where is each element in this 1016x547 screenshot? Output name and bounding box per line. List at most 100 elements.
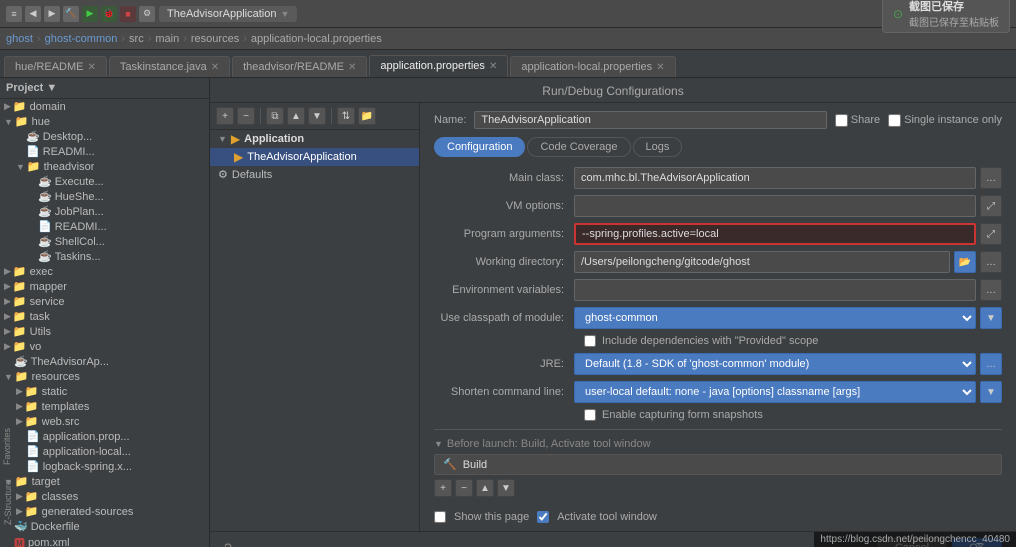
sidebar-tree-item[interactable]: ☕TheAdvisorAp...	[0, 354, 209, 369]
sort-config-btn[interactable]: ⇅	[337, 107, 355, 125]
sidebar-tree-item[interactable]: ▶📁task	[0, 309, 209, 324]
sidebar-tree-item[interactable]: ▶📁web.src	[0, 414, 209, 429]
before-launch-header[interactable]: ▼ Before launch: Build, Activate tool wi…	[434, 438, 1002, 450]
menu-icon[interactable]: ≡	[6, 6, 22, 22]
sidebar-tree-item[interactable]: ▼📁hue	[0, 114, 209, 129]
include-deps-check[interactable]	[584, 335, 596, 347]
name-input[interactable]	[474, 111, 826, 129]
sidebar-tree-item[interactable]: ☕HueShe...	[0, 189, 209, 204]
working-dir-browse-btn[interactable]: 📂	[954, 251, 976, 273]
vm-options-input[interactable]	[574, 195, 976, 217]
sidebar-tree-item[interactable]: ▼📁resources	[0, 369, 209, 384]
sidebar-tree-item[interactable]: ▶📁generated-sources	[0, 504, 209, 519]
breadcrumb-file[interactable]: application-local.properties	[251, 33, 382, 45]
folder-config-btn[interactable]: 📁	[358, 107, 376, 125]
stop-icon[interactable]: ■	[120, 6, 136, 22]
tab-theadvisor-readme[interactable]: theadvisor/README ✕	[232, 56, 367, 77]
sidebar-tree-item[interactable]: ▶📁exec	[0, 264, 209, 279]
gear-icon[interactable]: ⚙	[139, 6, 155, 22]
run-icon[interactable]: ▶	[82, 6, 98, 22]
sidebar-tree-item[interactable]: ☕Desktop...	[0, 129, 209, 144]
breadcrumb-ghost[interactable]: ghost	[6, 33, 33, 45]
config-group-application[interactable]: ▼ ▶ Application	[210, 130, 419, 148]
tab-hue-readme[interactable]: hue/README ✕	[4, 56, 107, 77]
program-args-expand-btn[interactable]: ⤢	[980, 223, 1002, 245]
up-config-btn[interactable]: ▲	[287, 107, 305, 125]
sidebar-tree-item[interactable]: ▶📁classes	[0, 489, 209, 504]
tab-code-coverage[interactable]: Code Coverage	[527, 137, 630, 157]
add-launch-btn[interactable]: +	[434, 479, 452, 497]
main-class-btn[interactable]: …	[980, 167, 1002, 189]
help-icon[interactable]: ?	[224, 540, 232, 547]
share-checkbox[interactable]: Share	[835, 114, 880, 127]
remove-config-btn[interactable]: −	[237, 107, 255, 125]
sidebar-tree-item[interactable]: ▶📁mapper	[0, 279, 209, 294]
copy-config-btn[interactable]: ⧉	[266, 107, 284, 125]
config-item-theadvisor[interactable]: ▶ TheAdvisorApplication	[210, 148, 419, 166]
sidebar-tree-item[interactable]: ▶📁vo	[0, 339, 209, 354]
sidebar-tree-item[interactable]: ▼📁theadvisor	[0, 159, 209, 174]
sidebar-tree-item[interactable]: 📄logback-spring.x...	[0, 459, 209, 474]
jre-select[interactable]: Default (1.8 - SDK of 'ghost-common' mod…	[574, 353, 976, 375]
config-item-defaults[interactable]: ⚙ Defaults	[210, 166, 419, 183]
sidebar-tree-item[interactable]: 📄application-local...	[0, 444, 209, 459]
single-instance-checkbox[interactable]: Single instance only	[888, 114, 1002, 127]
breadcrumb-ghost-common[interactable]: ghost-common	[45, 33, 118, 45]
tab-theadvisor-readme-close[interactable]: ✕	[348, 62, 356, 73]
program-args-input[interactable]	[574, 223, 976, 245]
cancel-button[interactable]: Cancel	[878, 538, 946, 547]
sidebar-tree-item[interactable]: 📄READMI...	[0, 219, 209, 234]
tab-logs[interactable]: Logs	[633, 137, 683, 157]
breadcrumb-src[interactable]: src	[129, 33, 144, 45]
sidebar-tree-item[interactable]: ☕ShellCol...	[0, 234, 209, 249]
env-vars-btn[interactable]: …	[980, 279, 1002, 301]
shorten-btn[interactable]: ▼	[980, 381, 1002, 403]
tab-application-properties[interactable]: application.properties ✕	[369, 55, 508, 77]
sidebar-tree-item[interactable]: 📄READMI...	[0, 144, 209, 159]
working-dir-input[interactable]	[574, 251, 950, 273]
forward-icon[interactable]: ▶	[44, 6, 60, 22]
show-page-check[interactable]	[434, 511, 446, 523]
add-config-btn[interactable]: +	[216, 107, 234, 125]
sidebar-tree-item[interactable]: 🅼pom.xml	[0, 534, 209, 547]
env-vars-input[interactable]	[574, 279, 976, 301]
sidebar-header[interactable]: Project ▼	[0, 78, 209, 99]
jre-btn[interactable]: …	[980, 353, 1002, 375]
favorites-label[interactable]: Favorites	[0, 426, 14, 467]
single-instance-check[interactable]	[888, 114, 901, 127]
back-icon[interactable]: ◀	[25, 6, 41, 22]
vm-options-expand-btn[interactable]: ⤢	[980, 195, 1002, 217]
sidebar-tree-item[interactable]: ▶📁service	[0, 294, 209, 309]
tab-configuration[interactable]: Configuration	[434, 137, 525, 157]
sidebar-tree-item[interactable]: ☕JobPlan...	[0, 204, 209, 219]
breadcrumb-resources[interactable]: resources	[191, 33, 239, 45]
build-icon[interactable]: 🔨	[63, 6, 79, 22]
sidebar-tree-item[interactable]: ▶📁templates	[0, 399, 209, 414]
share-check[interactable]	[835, 114, 848, 127]
breadcrumb-main[interactable]: main	[155, 33, 179, 45]
tab-taskinstance[interactable]: Taskinstance.java ✕	[109, 56, 230, 77]
sidebar-tree-item[interactable]: ▼📁target	[0, 474, 209, 489]
tab-application-properties-close[interactable]: ✕	[489, 61, 497, 72]
sidebar-tree-item[interactable]: ▶📁Utils	[0, 324, 209, 339]
project-tab[interactable]: TheAdvisorApplication ▼	[159, 6, 297, 22]
down-launch-btn[interactable]: ▼	[497, 479, 515, 497]
module-btn[interactable]: ▼	[980, 307, 1002, 329]
sidebar-tree-item[interactable]: ▶📁static	[0, 384, 209, 399]
tab-taskinstance-close[interactable]: ✕	[211, 62, 219, 73]
remove-launch-btn[interactable]: −	[455, 479, 473, 497]
down-config-btn[interactable]: ▼	[308, 107, 326, 125]
tab-application-local[interactable]: application-local.properties ✕	[510, 56, 675, 77]
enable-snapshots-check[interactable]	[584, 409, 596, 421]
debug-icon[interactable]: 🐞	[101, 6, 117, 22]
shorten-select[interactable]: user-local default: none - java [options…	[574, 381, 976, 403]
sidebar-tree-item[interactable]: 📄application.prop...	[0, 429, 209, 444]
tab-hue-readme-close[interactable]: ✕	[87, 62, 95, 73]
main-class-input[interactable]	[574, 167, 976, 189]
up-launch-btn[interactable]: ▲	[476, 479, 494, 497]
working-dir-expand-btn[interactable]: …	[980, 251, 1002, 273]
sidebar-tree-item[interactable]: ☕Taskins...	[0, 249, 209, 264]
sidebar-tree-item[interactable]: ☕Execute...	[0, 174, 209, 189]
activate-check[interactable]	[537, 511, 549, 523]
module-select[interactable]: ghost-common	[574, 307, 976, 329]
